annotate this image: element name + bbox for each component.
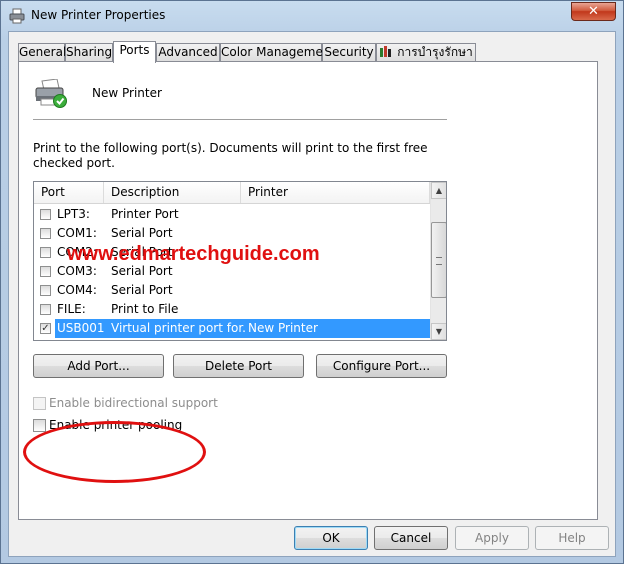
add-port-button[interactable]: Add Port... xyxy=(33,354,164,378)
scroll-down-icon[interactable]: ▼ xyxy=(431,323,446,340)
ports-list-header: Port Description Printer xyxy=(34,182,430,204)
close-button[interactable]: ✕ xyxy=(571,2,616,21)
port-checkbox[interactable] xyxy=(40,209,51,220)
port-row-file[interactable]: FILE: Print to File xyxy=(34,300,430,319)
ports-list-scrollbar[interactable]: ▲ ▼ xyxy=(430,182,446,340)
port-description: Virtual printer port for... xyxy=(111,321,246,335)
ports-list-rows: LPT3: Printer Port COM1: Serial Port COM… xyxy=(34,203,430,340)
tab-sharing[interactable]: Sharing xyxy=(65,43,113,62)
configure-port-button[interactable]: Configure Port... xyxy=(316,354,447,378)
delete-port-button[interactable]: Delete Port xyxy=(173,354,304,378)
port-checkbox[interactable] xyxy=(40,247,51,258)
column-header-port[interactable]: Port xyxy=(34,182,104,203)
pooling-checkbox[interactable] xyxy=(33,419,46,432)
port-checkbox[interactable] xyxy=(40,266,51,277)
tab-color-management[interactable]: Color Management xyxy=(220,43,335,62)
port-checkbox[interactable]: ✓ xyxy=(40,323,51,334)
tab-label: Ports xyxy=(119,43,150,57)
window-title: New Printer Properties xyxy=(31,8,166,22)
column-header-printer[interactable]: Printer xyxy=(241,182,430,203)
column-header-description[interactable]: Description xyxy=(104,182,241,203)
separator xyxy=(33,119,447,120)
port-printer: New Printer xyxy=(248,321,318,335)
port-checkbox[interactable] xyxy=(40,285,51,296)
ports-tab-panel: New Printer Print to the following port(… xyxy=(18,61,598,520)
watermark-text: www.edmartechguide.com xyxy=(67,243,320,265)
properties-window: New Printer Properties ✕ General Sharing… xyxy=(0,0,624,564)
port-description: Printer Port xyxy=(111,207,179,221)
port-description: Serial Port xyxy=(111,283,173,297)
tab-label: Color Management xyxy=(221,45,336,59)
ports-description: Print to the following port(s). Document… xyxy=(33,141,428,170)
port-description: Print to File xyxy=(111,302,179,316)
tab-maintenance[interactable]: การบำรุงรักษา xyxy=(376,43,476,62)
tab-label: General xyxy=(19,45,67,59)
tab-ports[interactable]: Ports xyxy=(113,41,156,63)
title-bar[interactable]: New Printer Properties ✕ xyxy=(1,1,623,31)
tab-label: Sharing xyxy=(66,45,113,59)
maintenance-icon xyxy=(380,46,392,57)
port-row-lpt3[interactable]: LPT3: Printer Port xyxy=(34,205,430,224)
scroll-up-icon[interactable]: ▲ xyxy=(431,182,446,199)
printer-small-icon xyxy=(9,8,25,24)
tab-label: Security xyxy=(324,45,374,59)
help-button[interactable]: Help xyxy=(535,526,609,550)
ok-button[interactable]: OK xyxy=(294,526,368,550)
tab-security[interactable]: Security xyxy=(322,43,376,62)
scroll-thumb[interactable] xyxy=(431,222,446,298)
port-description: Serial Port xyxy=(111,226,173,240)
tab-advanced[interactable]: Advanced xyxy=(156,43,220,62)
port-checkbox[interactable] xyxy=(40,228,51,239)
printer-name: New Printer xyxy=(92,86,162,100)
cancel-button[interactable]: Cancel xyxy=(374,526,448,550)
annotation-ellipse xyxy=(23,421,206,483)
port-row-usb001[interactable]: ✓ USB001 Virtual printer port for... New… xyxy=(34,319,430,338)
port-checkbox[interactable] xyxy=(40,304,51,315)
port-row-com4[interactable]: COM4: Serial Port xyxy=(34,281,430,300)
grip-icon xyxy=(436,257,442,265)
printer-icon xyxy=(35,79,67,108)
bidirectional-label: Enable bidirectional support xyxy=(49,396,218,410)
apply-button[interactable]: Apply xyxy=(455,526,529,550)
tab-general[interactable]: General xyxy=(18,43,67,62)
port-row-com1[interactable]: COM1: Serial Port xyxy=(34,224,430,243)
tab-label: Advanced xyxy=(158,45,218,59)
dialog-client: General Sharing Ports Advanced Color Man… xyxy=(8,31,616,557)
bidirectional-checkbox xyxy=(33,397,46,410)
tab-label: การบำรุงรักษา xyxy=(397,45,473,59)
